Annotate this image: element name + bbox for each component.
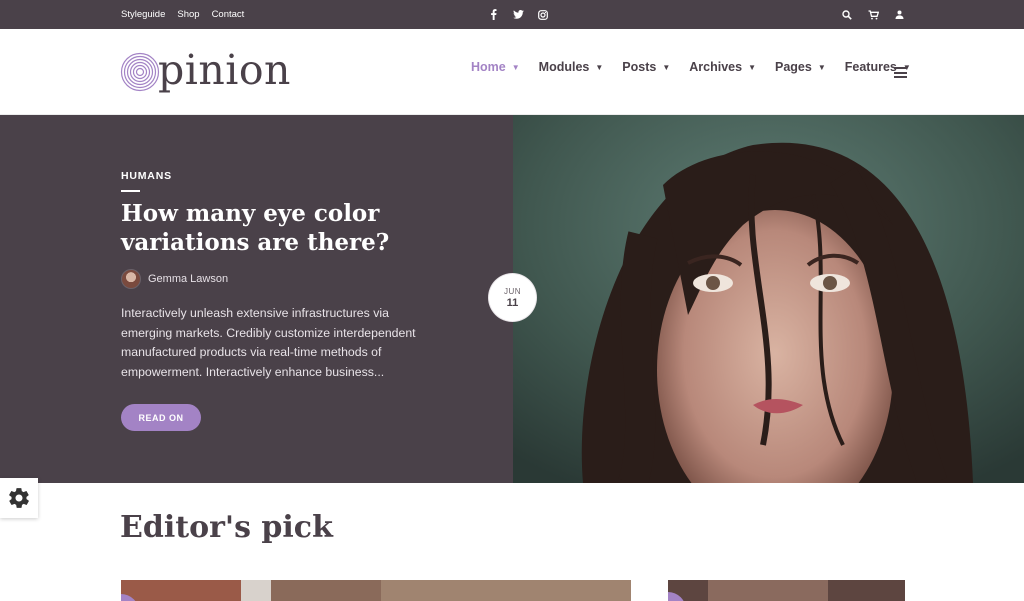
post-title[interactable]: How many eye color variations are there?: [121, 199, 421, 257]
nav-archives[interactable]: Archives ▼: [689, 60, 756, 74]
top-link-shop[interactable]: Shop: [177, 9, 199, 20]
date-day: 11: [506, 296, 519, 309]
nav-label: Modules: [538, 60, 590, 74]
nav-label: Posts: [622, 60, 657, 74]
social-links: [487, 0, 549, 29]
date-month: JUN: [503, 286, 522, 296]
instagram-icon[interactable]: [537, 9, 549, 21]
nav-posts[interactable]: Posts ▼: [622, 60, 670, 74]
editors-pick-card-image[interactable]: [121, 580, 631, 601]
post-excerpt: Interactively unleash extensive infrastr…: [121, 306, 416, 379]
chevron-down-icon: ▼: [595, 62, 604, 72]
chevron-down-icon: ▼: [511, 62, 520, 72]
nav-label: Features: [844, 60, 897, 74]
main-nav: Home ▼ Modules ▼ Posts ▼ Archives ▼ Page…: [471, 60, 930, 74]
nav-modules[interactable]: Modules ▼: [539, 60, 604, 74]
search-icon[interactable]: [841, 9, 853, 21]
menu-icon[interactable]: [894, 67, 907, 78]
read-on-button[interactable]: READ ON: [121, 404, 201, 431]
nav-label: Home: [471, 60, 506, 74]
top-link-contact[interactable]: Contact: [212, 9, 245, 20]
nav-label: Archives: [689, 60, 743, 74]
chevron-down-icon: ▼: [662, 62, 671, 72]
editors-pick-card-image-2[interactable]: [668, 580, 905, 601]
chevron-down-icon: ▼: [817, 62, 826, 72]
top-links: Styleguide Shop Contact: [121, 0, 244, 29]
post-date-badge: JUN 11: [489, 274, 536, 321]
top-bar: Styleguide Shop Contact: [0, 0, 1024, 29]
site-logo[interactable]: pinion: [120, 47, 291, 97]
section-title: Editor's pick: [120, 510, 333, 545]
facebook-icon[interactable]: [487, 9, 499, 21]
card-photo: [668, 580, 905, 601]
nav-label: Pages: [774, 60, 812, 74]
avatar: [121, 269, 141, 289]
twitter-icon[interactable]: [512, 9, 524, 21]
hero-image[interactable]: [513, 115, 1024, 483]
header-tools: [841, 0, 905, 29]
gear-icon: [9, 488, 29, 508]
hero-content-panel: HUMANS How many eye color variations are…: [0, 115, 513, 483]
post-category[interactable]: HUMANS: [121, 170, 172, 182]
logo-rings-icon: [120, 52, 160, 92]
author-name: Gemma Lawson: [148, 273, 229, 285]
top-link-styleguide[interactable]: Styleguide: [121, 9, 165, 20]
site-header: pinion Home ▼ Modules ▼ Posts ▼ Archives…: [0, 29, 1024, 115]
nav-home[interactable]: Home ▼: [471, 60, 520, 74]
user-icon[interactable]: [893, 9, 905, 21]
category-divider: [121, 190, 140, 192]
post-author[interactable]: Gemma Lawson: [121, 269, 228, 289]
hero-post: HUMANS How many eye color variations are…: [0, 115, 1024, 483]
card-photo: [121, 580, 631, 601]
logo-text: pinion: [158, 45, 291, 94]
portrait-photo: [513, 115, 1024, 483]
settings-button[interactable]: [0, 478, 38, 518]
cart-icon[interactable]: [867, 9, 879, 21]
nav-pages[interactable]: Pages ▼: [775, 60, 826, 74]
chevron-down-icon: ▼: [748, 62, 756, 72]
